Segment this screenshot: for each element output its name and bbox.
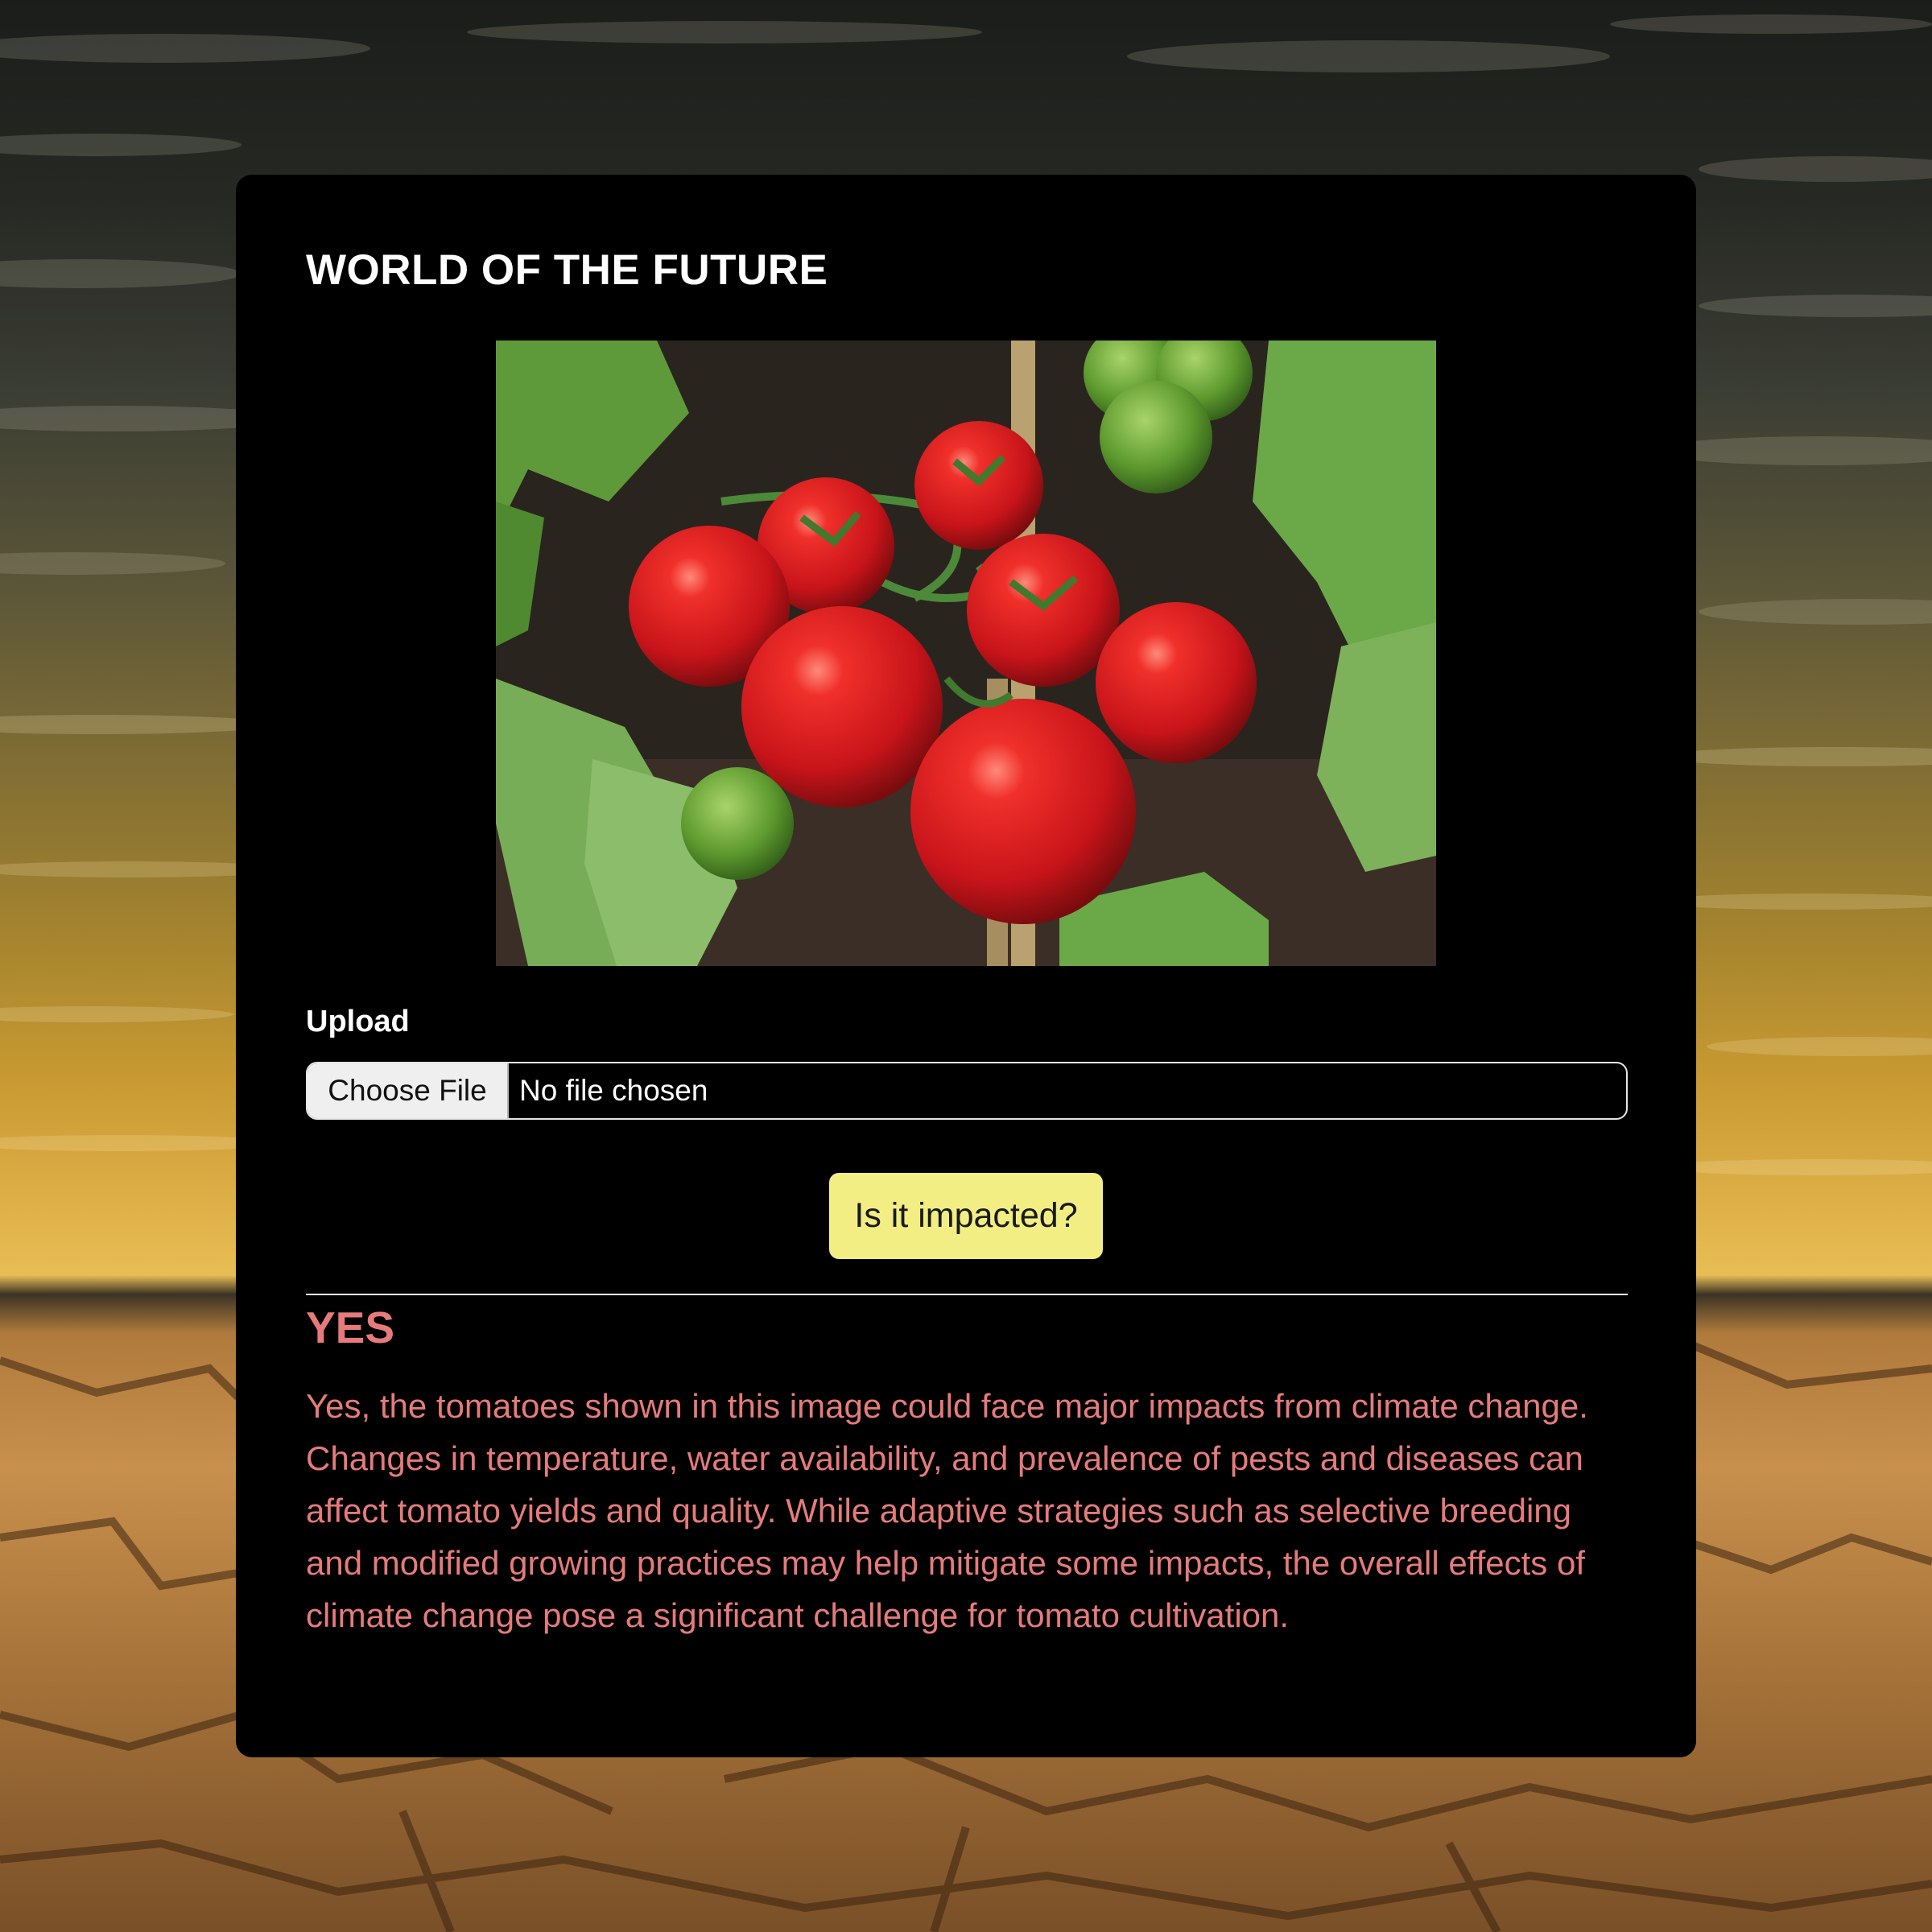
divider — [306, 1294, 1628, 1295]
file-upload-input[interactable]: Choose File No file chosen — [306, 1062, 1628, 1120]
tomato-photo — [496, 341, 1436, 966]
upload-label: Upload — [306, 1005, 410, 1038]
page-title: WORLD OF THE FUTURE — [306, 246, 828, 294]
choose-file-button[interactable]: Choose File — [308, 1063, 509, 1118]
check-impact-button[interactable]: Is it impacted? — [829, 1173, 1103, 1259]
main-card: WORLD OF THE FUTURE Upload Choose File N… — [236, 175, 1696, 1757]
file-status-text: No file chosen — [519, 1074, 708, 1107]
result-explanation: Yes, the tomatoes shown in this image co… — [306, 1387, 1588, 1634]
result-verdict: YES — [306, 1302, 395, 1352]
